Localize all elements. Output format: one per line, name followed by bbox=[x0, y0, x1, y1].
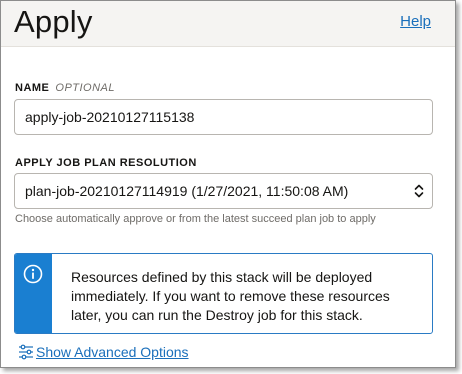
sliders-icon bbox=[19, 344, 33, 360]
show-advanced-options-label: Show Advanced Options bbox=[36, 344, 189, 360]
panel-header: Apply Help bbox=[1, 1, 455, 47]
plan-resolution-hint: Choose automatically approve or from the… bbox=[15, 213, 376, 225]
plan-resolution-selected-value: plan-job-20210127114919 (1/27/2021, 11:5… bbox=[25, 183, 349, 199]
apply-panel: Apply Help NAME OPTIONAL apply-job-202101… bbox=[0, 0, 456, 368]
plan-resolution-label: APPLY JOB PLAN RESOLUTION bbox=[15, 157, 197, 169]
name-label-text: NAME bbox=[15, 82, 50, 94]
info-message-text: Resources defined by this stack will be … bbox=[71, 269, 390, 323]
page-title: Apply bbox=[14, 4, 93, 39]
info-accent-strip bbox=[15, 254, 52, 333]
chevron-updown-icon bbox=[414, 184, 424, 198]
help-link[interactable]: Help bbox=[400, 13, 431, 30]
name-input[interactable]: apply-job-20210127115138 bbox=[14, 99, 433, 135]
name-field-label: NAME OPTIONAL bbox=[15, 82, 115, 94]
optional-label: OPTIONAL bbox=[55, 82, 116, 94]
info-message-box: Resources defined by this stack will be … bbox=[14, 253, 433, 334]
info-icon bbox=[23, 264, 43, 284]
show-advanced-options-link[interactable]: Show Advanced Options bbox=[17, 342, 189, 362]
plan-resolution-select[interactable]: plan-job-20210127114919 (1/27/2021, 11:5… bbox=[14, 173, 433, 209]
